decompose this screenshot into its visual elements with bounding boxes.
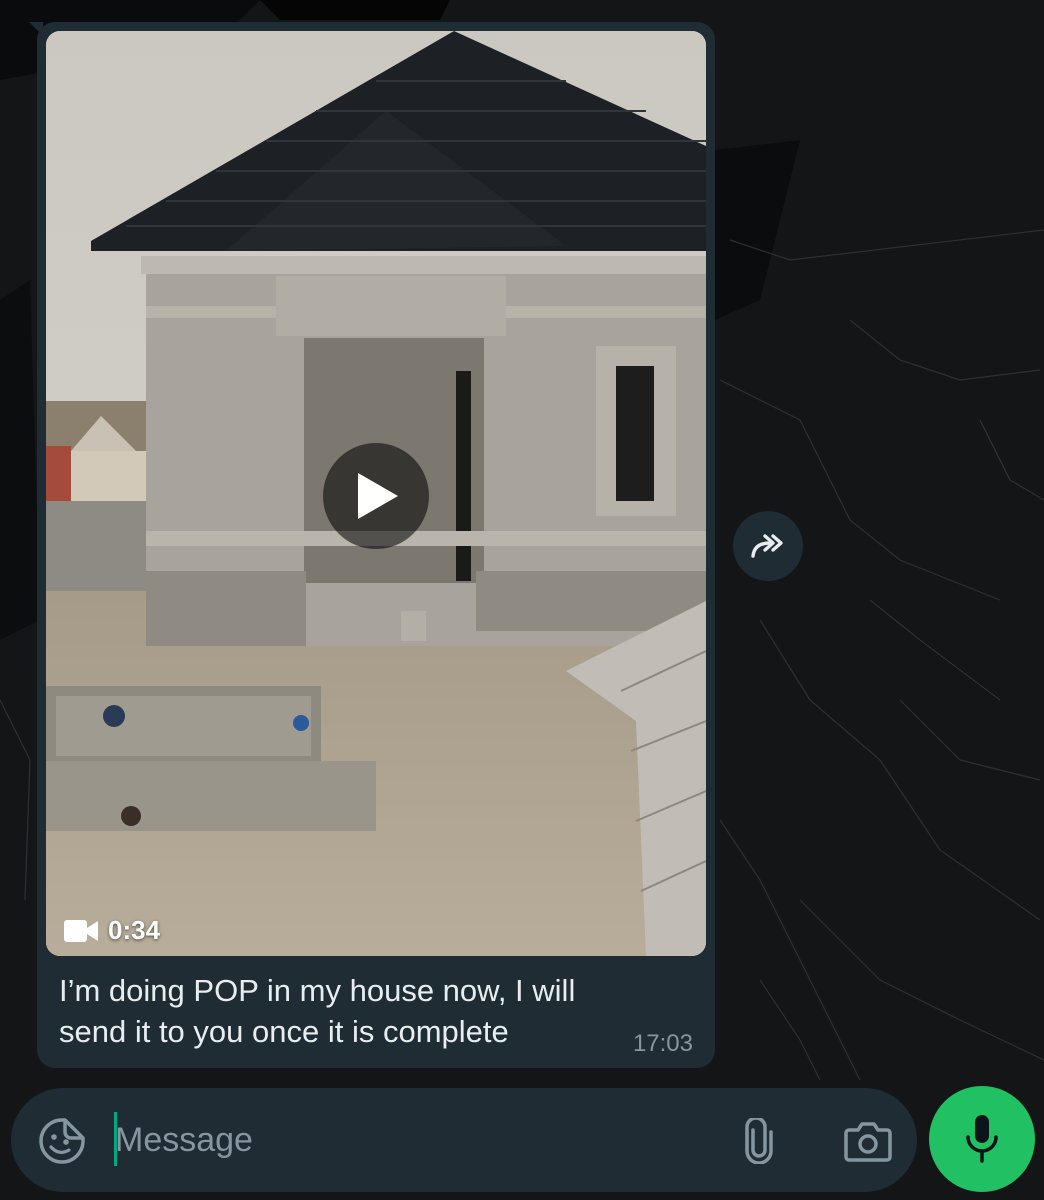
video-duration: 0:34 bbox=[64, 915, 160, 946]
message-caption: I’m doing POP in my house now, I will se… bbox=[59, 973, 576, 1049]
camera-button[interactable] bbox=[843, 1116, 893, 1166]
sticker-emoji-icon bbox=[39, 1118, 85, 1164]
voice-message-button[interactable] bbox=[929, 1086, 1035, 1192]
message-composer bbox=[11, 1088, 917, 1192]
play-icon bbox=[358, 473, 398, 519]
video-camera-icon bbox=[64, 919, 98, 942]
forward-icon bbox=[751, 534, 783, 558]
play-button[interactable] bbox=[323, 443, 429, 549]
microphone-icon bbox=[966, 1115, 998, 1163]
emoji-sticker-button[interactable] bbox=[37, 1116, 87, 1166]
duration-text: 0:34 bbox=[108, 915, 161, 945]
attach-button[interactable] bbox=[739, 1116, 779, 1165]
message-timestamp: 17:03 bbox=[632, 1030, 693, 1057]
camera-icon bbox=[844, 1122, 892, 1162]
forward-button[interactable] bbox=[733, 511, 803, 581]
message-input[interactable] bbox=[115, 1110, 695, 1170]
paperclip-icon bbox=[745, 1116, 773, 1165]
message-bubble: 0:34 I’m doing POP in my house now, I wi… bbox=[29, 22, 715, 1068]
video-thumbnail[interactable]: 0:34 bbox=[46, 31, 706, 956]
